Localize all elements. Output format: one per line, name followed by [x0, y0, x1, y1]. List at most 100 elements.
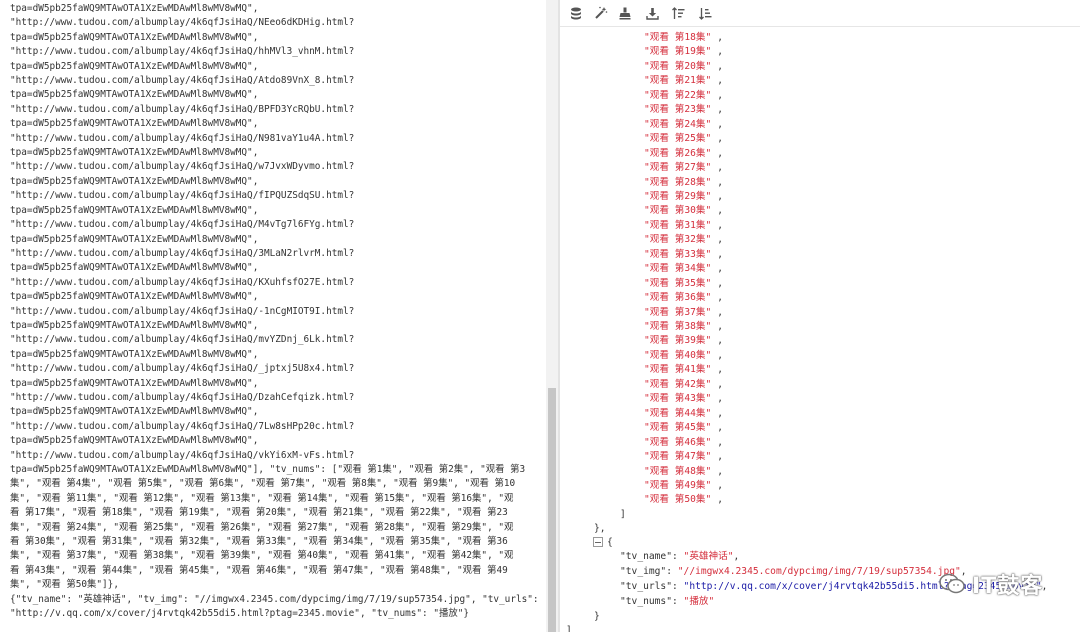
- object-close: },: [594, 523, 606, 534]
- collapse-toggle-icon[interactable]: [593, 537, 603, 547]
- episode-value: "观看 第47集": [644, 451, 712, 462]
- episode-comma: ,: [717, 162, 724, 173]
- episode-item: "观看 第29集",: [644, 190, 723, 204]
- episode-value: "观看 第22集": [644, 89, 712, 101]
- magic-wand-icon[interactable]: [591, 3, 611, 23]
- episode-comma: ,: [717, 248, 724, 260]
- episode-value: "观看 第40集": [644, 349, 712, 361]
- episode-item: "观看 第45集",: [644, 421, 723, 435]
- sort-descending-icon[interactable]: [695, 3, 715, 23]
- episode-value: "观看 第46集": [644, 436, 712, 448]
- episode-value: "观看 第23集": [644, 104, 712, 116]
- episode-value: "观看 第49集": [644, 479, 712, 491]
- object-open: {: [607, 537, 613, 548]
- episode-value: "观看 第48集": [644, 465, 712, 477]
- episode-item: "观看 第21集",: [644, 74, 723, 88]
- episode-item: "观看 第32集",: [644, 233, 723, 247]
- episode-item: "观看 第44集",: [644, 407, 723, 421]
- episode-item: "观看 第36集",: [644, 291, 723, 305]
- episode-value: "观看 第18集": [644, 32, 712, 43]
- episode-comma: ,: [717, 32, 724, 43]
- episode-comma: ,: [717, 147, 724, 159]
- episode-comma: ,: [717, 436, 724, 448]
- episode-item: "观看 第33集",: [644, 248, 723, 262]
- episode-value: "观看 第37集": [644, 306, 712, 318]
- watermark: IT鼓客: [938, 562, 1078, 606]
- episode-item: "观看 第24集",: [644, 118, 723, 132]
- episode-comma: ,: [717, 407, 724, 419]
- database-icon[interactable]: [566, 3, 586, 23]
- tv-name-key: "tv_name":: [620, 551, 678, 562]
- array-close-bracket: ]: [620, 509, 626, 520]
- episode-comma: ,: [717, 292, 724, 304]
- episode-comma: ,: [717, 465, 724, 477]
- raw-json-text[interactable]: tpa=dW5pb25faWQ9MTAwOTA1XzEwMDAwMl8wMV8w…: [10, 2, 539, 621]
- episode-item: "观看 第38集",: [644, 320, 723, 334]
- episode-comma: ,: [717, 205, 724, 217]
- episode-item: "观看 第19集",: [644, 45, 723, 59]
- episode-value: "观看 第36集": [644, 292, 712, 304]
- episode-comma: ,: [717, 133, 724, 145]
- episode-comma: ,: [717, 335, 724, 347]
- json-tree: "观看 第18集", "观看 第19集", "观看 第20集", "观看 第21集",…: [560, 30, 1080, 632]
- scrollbar-thumb[interactable]: [548, 388, 556, 632]
- tv-name-row: "tv_name": "英雄神话",: [620, 550, 739, 564]
- episode-comma: ,: [717, 451, 724, 462]
- episode-item: "观看 第18集",: [644, 31, 723, 45]
- watermark-text: IT鼓客: [972, 574, 1044, 599]
- episode-item: "观看 第20集",: [644, 60, 723, 74]
- episode-item: "观看 第43集",: [644, 392, 723, 406]
- tv-nums-key: "tv_nums":: [620, 596, 678, 607]
- episode-comma: ,: [717, 494, 724, 506]
- episode-comma: ,: [717, 321, 724, 332]
- episode-item: "观看 第49集",: [644, 479, 723, 493]
- episode-item: "观看 第34集",: [644, 262, 723, 276]
- download-icon[interactable]: [642, 3, 662, 23]
- episode-comma: ,: [717, 277, 724, 289]
- episode-comma: ,: [717, 219, 724, 231]
- episode-comma: ,: [717, 364, 724, 376]
- episode-value: "观看 第19集": [644, 46, 712, 58]
- episode-comma: ,: [717, 75, 724, 87]
- episode-value: "观看 第24集": [644, 118, 712, 130]
- episode-value: "观看 第39集": [644, 335, 712, 347]
- tv-nums-row: "tv_nums": "播放": [620, 595, 714, 609]
- episode-value: "观看 第26集": [644, 147, 712, 159]
- raw-pane-scrollbar[interactable]: [546, 0, 558, 632]
- raw-json-pane[interactable]: tpa=dW5pb25faWQ9MTAwOTA1XzEwMDAwMl8wMV8w…: [0, 0, 546, 632]
- episode-comma: ,: [717, 176, 724, 188]
- episode-item: "观看 第41集",: [644, 363, 723, 377]
- episode-comma: ,: [717, 89, 724, 101]
- episode-comma: ,: [717, 393, 724, 405]
- episode-comma: ,: [717, 349, 724, 361]
- tv-img-row: "tv_img": "//imgwx4.2345.com/dypcimg/img…: [620, 565, 967, 579]
- episode-value: "观看 第33集": [644, 248, 712, 260]
- episode-item: "观看 第31集",: [644, 219, 723, 233]
- episode-value: "观看 第50集": [644, 494, 712, 506]
- episode-comma: ,: [717, 190, 724, 202]
- episode-item: "观看 第25集",: [644, 132, 723, 146]
- episode-value: "观看 第34集": [644, 263, 712, 275]
- episode-comma: ,: [717, 104, 724, 116]
- episode-value: "观看 第43集": [644, 393, 712, 405]
- episode-item: "观看 第28集",: [644, 176, 723, 190]
- clear-icon[interactable]: [615, 3, 635, 23]
- episode-value: "观看 第29集": [644, 190, 712, 202]
- json-viewer-pane[interactable]: "观看 第18集", "观看 第19集", "观看 第20集", "观看 第21集",…: [560, 0, 1080, 632]
- episode-value: "观看 第30集": [644, 205, 712, 217]
- episode-value: "观看 第35集": [644, 277, 712, 289]
- sort-ascending-icon[interactable]: [668, 3, 688, 23]
- outer-array-close: ]: [566, 625, 572, 632]
- episode-value: "观看 第45集": [644, 422, 712, 434]
- episode-item: "观看 第22集",: [644, 89, 723, 103]
- episode-value: "观看 第44集": [644, 407, 712, 419]
- episode-item: "观看 第23集",: [644, 103, 723, 117]
- episode-item: "观看 第48集",: [644, 465, 723, 479]
- tv-name-value: "英雄神话": [683, 551, 734, 562]
- episode-comma: ,: [717, 422, 724, 434]
- tv-img-key: "tv_img":: [620, 566, 672, 577]
- episode-item: "观看 第27集",: [644, 161, 723, 175]
- wechat-logo-icon: [939, 573, 965, 594]
- tv-nums-value: "播放": [683, 596, 715, 607]
- tv-img-value: "//imgwx4.2345.com/dypcimg/img/7/19/sup5…: [677, 566, 961, 577]
